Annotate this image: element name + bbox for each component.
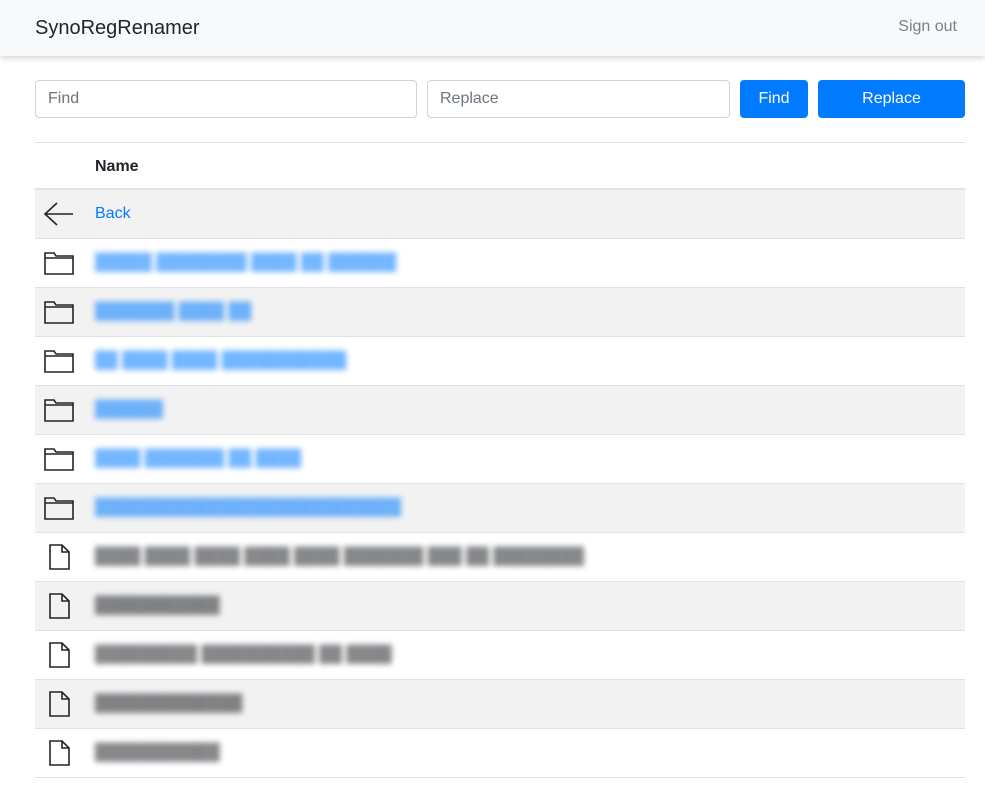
file-name: ███████████ <box>95 744 220 761</box>
find-replace-toolbar: Find Replace <box>35 80 965 118</box>
folder-name-link[interactable]: ███████████████████████████ <box>95 498 401 518</box>
replace-input[interactable] <box>427 80 730 118</box>
file-row[interactable]: ████ ████ ████ ████ ████ ███████ ███ ██ … <box>35 533 965 582</box>
file-table: Name Back █████ ████████ ████ ██ ██████ █… <box>35 142 965 778</box>
folder-name-link[interactable]: ███████ ████ ██ <box>95 302 251 322</box>
file-name: ███████████ <box>95 597 220 614</box>
file-row[interactable]: █████████████ <box>35 680 965 729</box>
app-brand[interactable]: SynoRegRenamer <box>35 16 200 40</box>
file-icon <box>49 691 70 717</box>
folder-row[interactable]: ██ ████ ████ ███████████ <box>35 337 965 386</box>
table-header: Name <box>35 142 965 190</box>
folder-icon <box>44 252 74 275</box>
folder-name-link[interactable]: ████ ███████ ██ ████ <box>95 449 301 469</box>
file-name: █████████████ <box>95 695 243 712</box>
file-row[interactable]: ███████████ <box>35 729 965 778</box>
navbar: SynoRegRenamer Sign out <box>0 0 985 56</box>
column-header-name: Name <box>95 158 139 175</box>
folder-icon <box>44 399 74 422</box>
arrow-left-icon[interactable] <box>43 200 75 228</box>
table-body: █████ ████████ ████ ██ ██████ ███████ ███… <box>35 239 965 778</box>
file-name: ████ ████ ████ ████ ████ ███████ ███ ██ … <box>95 548 584 565</box>
folder-name-link[interactable]: ██████ <box>95 400 163 420</box>
back-row[interactable]: Back <box>35 190 965 239</box>
folder-icon <box>44 301 74 324</box>
file-icon <box>49 593 70 619</box>
folder-row[interactable]: ███████████████████████████ <box>35 484 965 533</box>
folder-row[interactable]: ████ ███████ ██ ████ <box>35 435 965 484</box>
folder-icon <box>44 497 74 520</box>
folder-row[interactable]: █████ ████████ ████ ██ ██████ <box>35 239 965 288</box>
folder-row[interactable]: ███████ ████ ██ <box>35 288 965 337</box>
file-icon <box>49 642 70 668</box>
folder-name-link[interactable]: ██ ████ ████ ███████████ <box>95 351 346 371</box>
back-link[interactable]: Back <box>95 204 131 224</box>
replace-button[interactable]: Replace <box>818 80 965 118</box>
file-name: █████████ ██████████ ██ ████ <box>95 646 392 663</box>
file-icon <box>49 544 70 570</box>
folder-icon <box>44 448 74 471</box>
folder-row[interactable]: ██████ <box>35 386 965 435</box>
find-button[interactable]: Find <box>740 80 808 118</box>
folder-icon <box>44 350 74 373</box>
folder-name-link[interactable]: █████ ████████ ████ ██ ██████ <box>95 253 396 273</box>
file-row[interactable]: ███████████ <box>35 582 965 631</box>
find-input[interactable] <box>35 80 417 118</box>
file-icon <box>49 740 70 766</box>
file-row[interactable]: █████████ ██████████ ██ ████ <box>35 631 965 680</box>
sign-out-link[interactable]: Sign out <box>898 17 957 37</box>
